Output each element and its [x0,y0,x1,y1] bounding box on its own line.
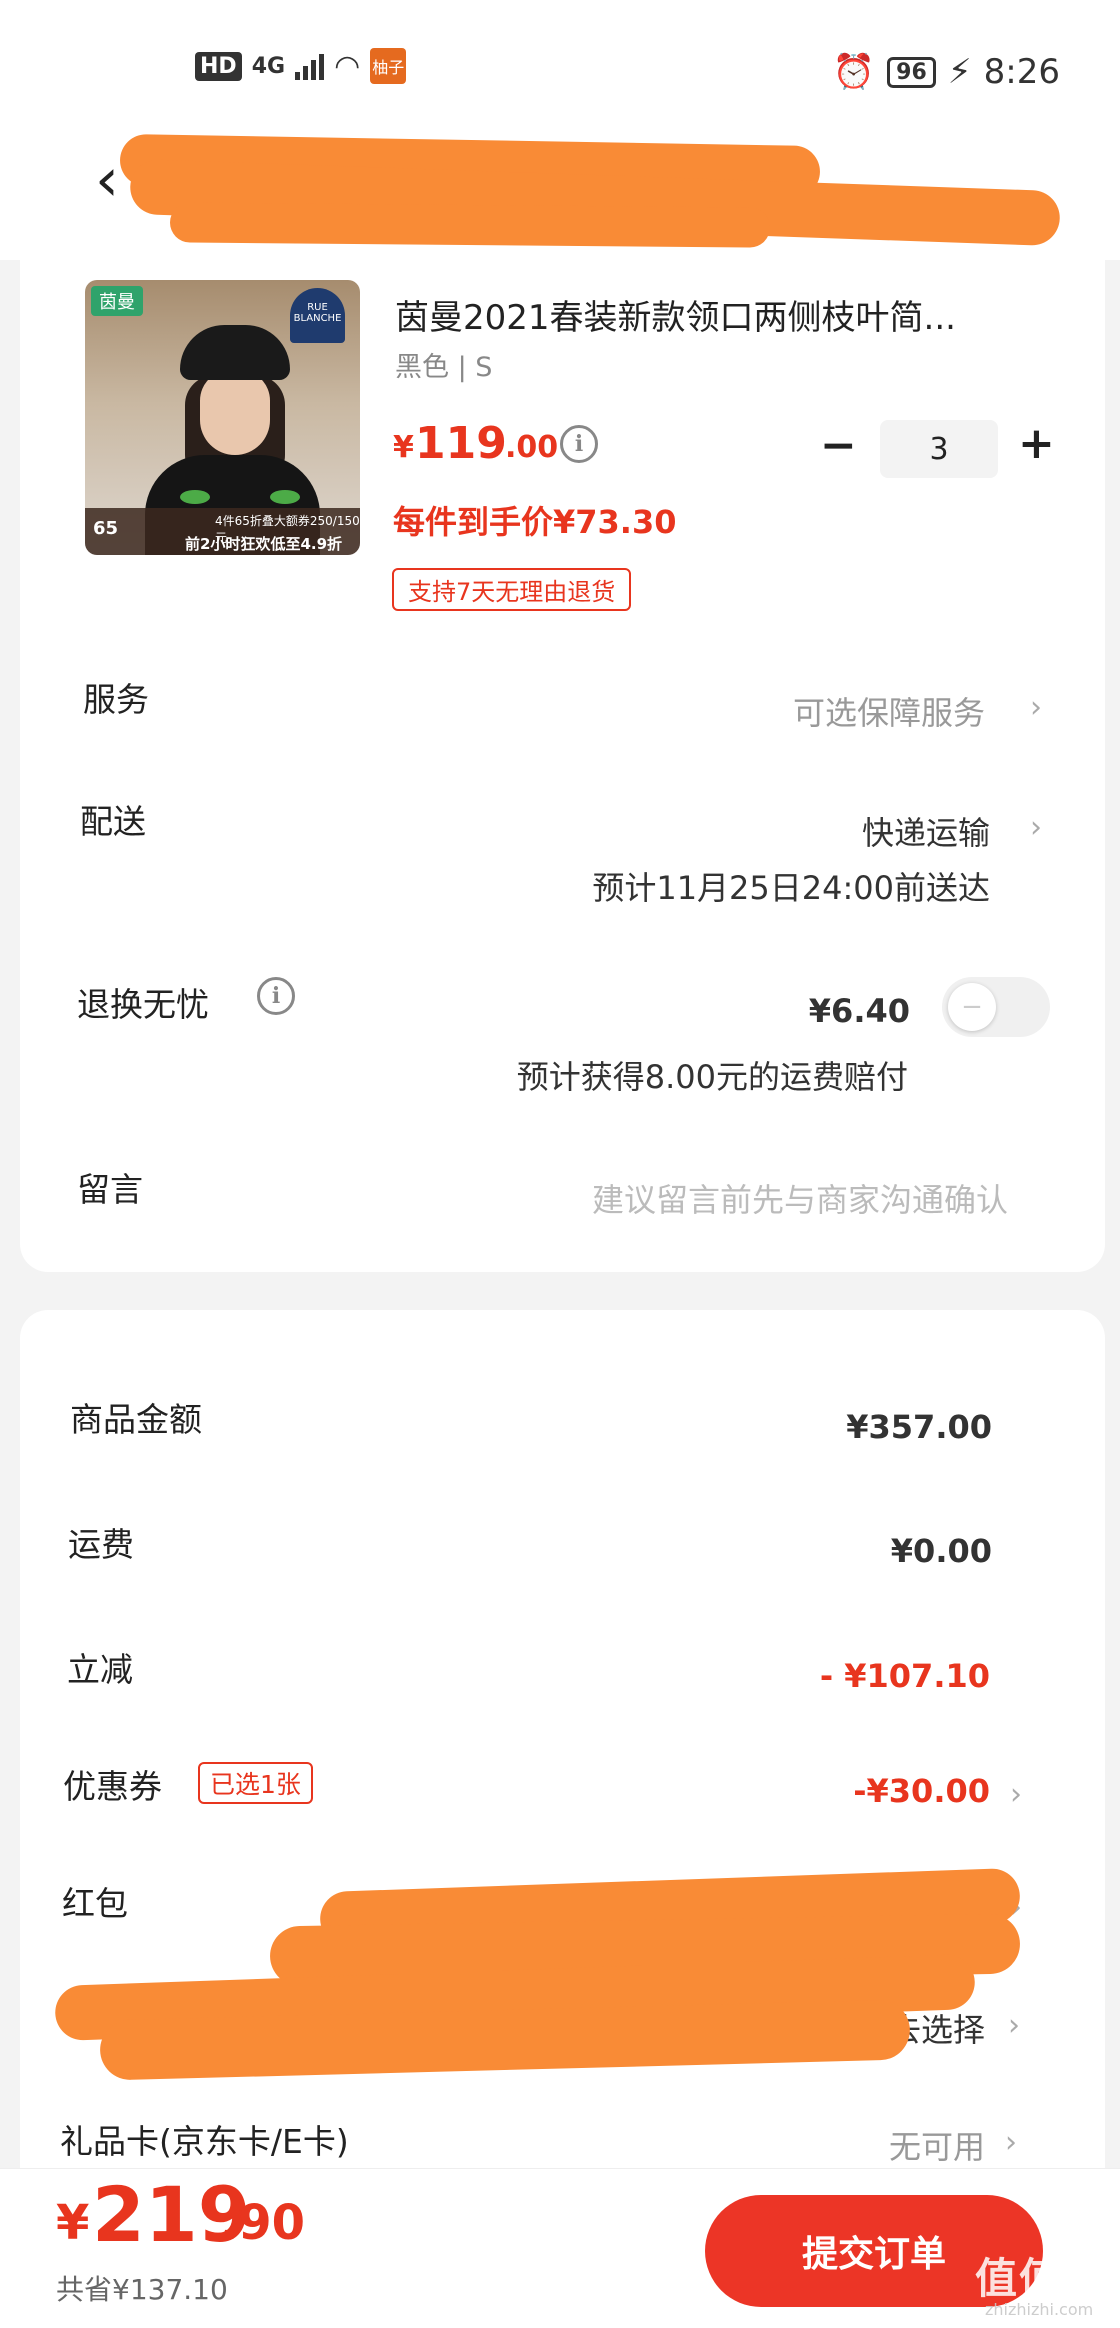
delivery-value[interactable]: 快递运输 [862,808,990,854]
leaf-embroidery [180,490,210,504]
quantity-decrease-button[interactable]: − [820,420,857,471]
total-decimal: .90 [220,2195,306,2251]
return-info-icon[interactable]: i [257,977,295,1015]
unit-price: 每件到手价¥73.30 [393,503,677,541]
battery-icon: 96 [887,56,936,88]
return-insurance-label: 退换无忧 [77,985,209,1024]
network-label: 4G [251,53,286,79]
shipping-label: 运费 [68,1525,134,1564]
toggle-knob: − [948,983,996,1031]
leaf-embroidery [270,490,300,504]
promo-number: 65 [93,518,119,539]
watermark-url: zhizhizhi.com [985,2300,1094,2319]
return-insurance-price: ¥6.40 [808,992,910,1030]
service-label: 服务 [83,680,149,719]
delivery-eta: 预计11月25日24:00前送达 [592,869,990,907]
quantity-increase-button[interactable]: + [1018,418,1055,469]
total-saved: 共省¥137.10 [56,2273,228,2306]
price-symbol: ¥ [393,430,414,465]
quantity-input[interactable]: 3 [880,420,998,478]
app-notification-icon: 柚子 [370,48,407,84]
alarm-icon: ⏰ [832,52,876,92]
price-decimal: .00 [505,430,559,465]
message-input[interactable]: 建议留言前先与商家沟通确认 [592,1175,1008,1221]
shipping-value: ¥0.00 [890,1532,992,1570]
goods-amount-value: ¥357.00 [846,1408,992,1446]
promo-line: 前2小时狂欢低至4.9折 [185,535,343,553]
delivery-label: 配送 [80,802,146,841]
price-info-icon[interactable]: i [560,425,598,463]
coupon-selected-badge: 已选1张 [198,1762,313,1804]
instant-discount-value: - ¥107.10 [819,1657,990,1695]
product-variant: 黑色 | S [395,352,493,383]
street-sign: RUE BLANCHE [290,288,345,343]
model-hat [180,325,290,380]
charging-icon: ⚡ [947,52,972,92]
price-integer: 119 [415,418,507,469]
return-policy-badge: 支持7天无理由退货 [392,568,632,611]
product-title[interactable]: 茵曼2021春装新款领口两侧枝叶简... [395,290,1045,339]
product-image[interactable]: RUE BLANCHE 茵曼 65 4件65折叠大额券250/150元 前2小时… [85,280,360,555]
status-right: ⏰ 96 ⚡ 8:26 [833,52,1060,92]
message-label: 留言 [77,1170,143,1209]
gift-card-value[interactable]: 无可用 [889,2122,985,2168]
model-face [200,370,270,455]
gift-card-label: 礼品卡(京东卡/E卡) [60,2122,349,2161]
chevron-right-icon[interactable]: › [1030,690,1042,725]
chevron-right-icon[interactable]: › [1010,1777,1022,1812]
status-left: HD 4G ◠ 柚子 [195,48,407,84]
chevron-right-icon[interactable]: › [1008,2008,1020,2043]
wifi-icon: ◠ [334,48,361,84]
chevron-right-icon[interactable]: › [1030,810,1042,845]
hd-icon: HD [195,51,242,81]
coupon-label: 优惠券 [63,1767,162,1806]
redaction-mark [169,202,771,248]
chevron-right-icon[interactable]: › [1005,2125,1017,2160]
coupon-value[interactable]: -¥30.00 [853,1772,990,1810]
brand-tag: 茵曼 [91,286,143,316]
signal-icon [295,52,325,80]
instant-discount-label: 立减 [67,1650,133,1689]
return-insurance-note: 预计获得8.00元的运费赔付 [516,1058,908,1096]
clock: 8:26 [983,52,1060,92]
red-packet-label: 红包 [62,1884,128,1923]
total-currency: ¥ [56,2195,90,2251]
watermark-logo: 值值值 [975,2254,1108,2303]
back-icon[interactable]: ‹ [95,145,119,215]
service-value[interactable]: 可选保障服务 [793,688,985,734]
goods-amount-label: 商品金额 [70,1400,202,1439]
